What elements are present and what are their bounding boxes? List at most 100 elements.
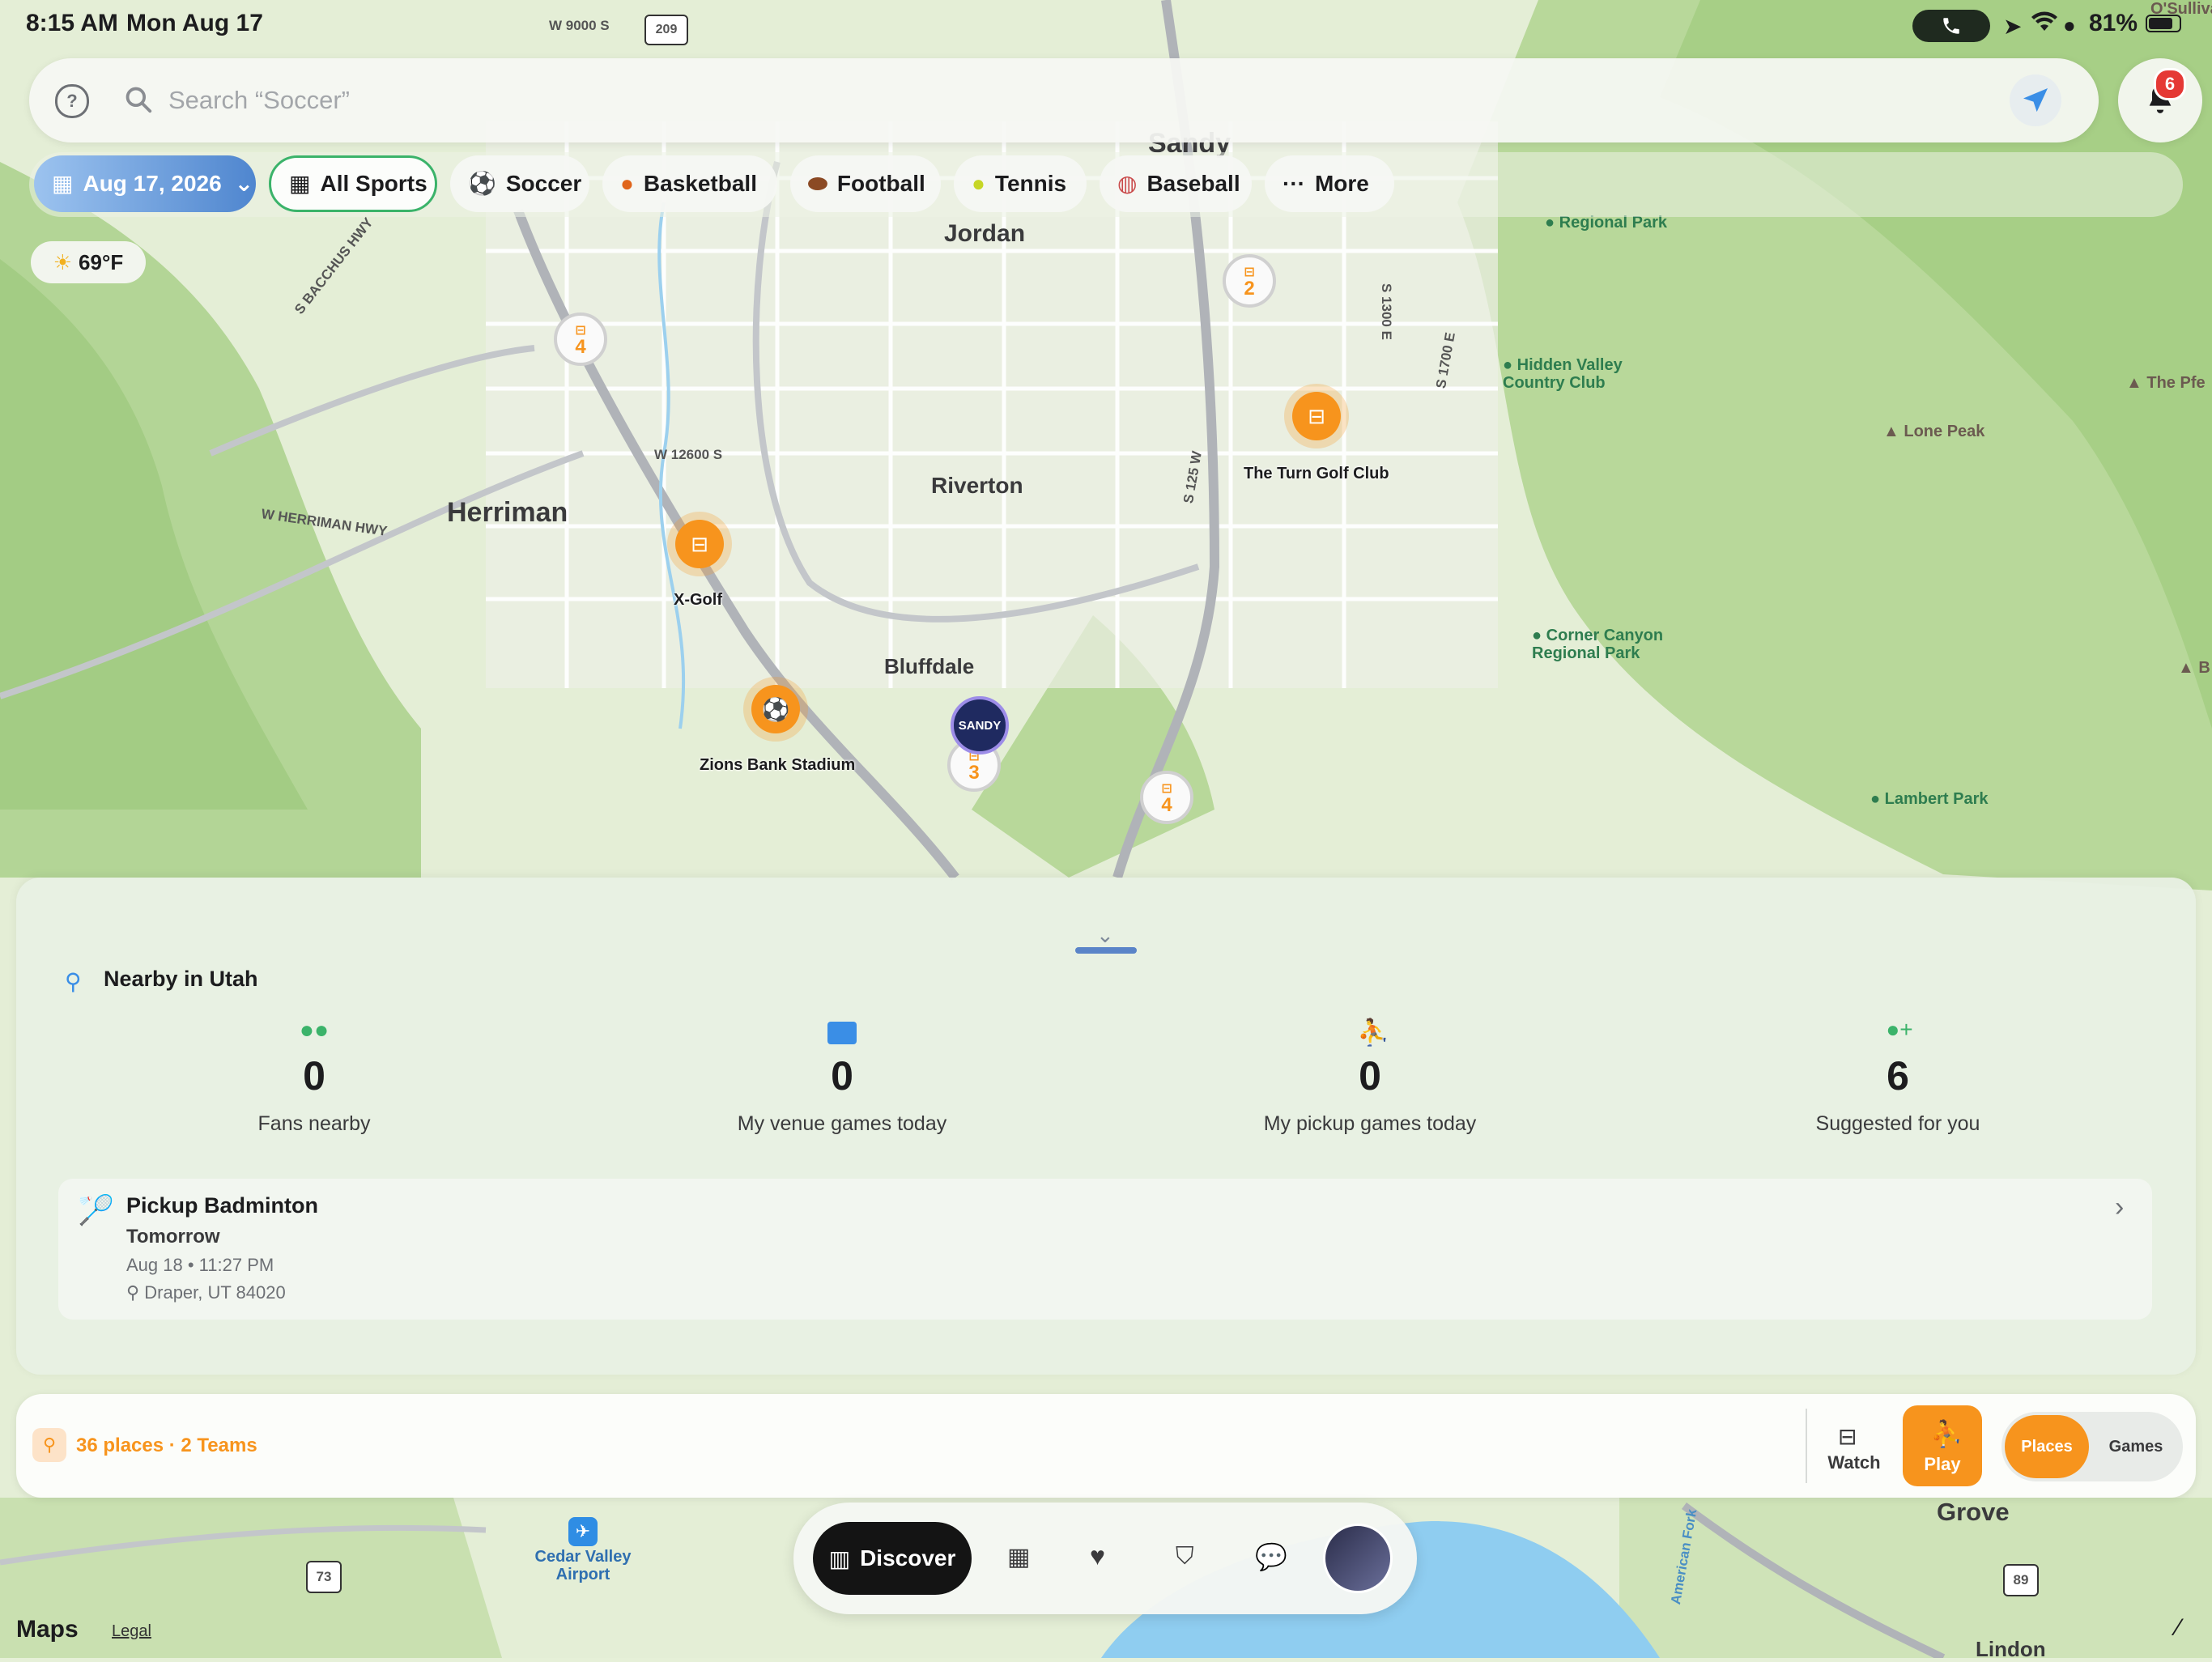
peak-label-pfe[interactable]: ▲ The Pfe [2126, 374, 2206, 393]
venue-pin-turn-golf[interactable]: ⊟ [1292, 392, 1341, 440]
mountain-icon: ▲ [2178, 659, 2194, 677]
peak-label-lone-peak[interactable]: ▲ Lone Peak [1883, 423, 1984, 441]
chip-tennis[interactable]: ● Tennis [954, 155, 1087, 212]
people-icon: ●● [299, 1017, 330, 1044]
chip-basketball[interactable]: ● Basketball [602, 155, 777, 212]
shield-icon: ⛉ [1176, 1543, 1194, 1570]
divider [1806, 1409, 1807, 1483]
city-label-herriman: Herriman [447, 497, 568, 528]
stat-fans-nearby-value: 0 [303, 1053, 325, 1099]
chevron-down-icon: ⌄ [234, 171, 254, 196]
maps-attribution: Maps [16, 1616, 79, 1643]
cluster-pin[interactable]: ⊟ 4 [1140, 771, 1193, 824]
location-pin-icon: ⚲ [32, 1428, 66, 1462]
locate-me-button[interactable] [2010, 74, 2061, 126]
watch-button[interactable]: ⊟ Watch [1815, 1405, 1893, 1486]
team-pin-sandy[interactable]: SANDY [951, 696, 1009, 754]
chip-football[interactable]: ⬬ Football [790, 155, 941, 212]
people-add-icon: ●+ [1886, 1017, 1913, 1042]
ellipsis-icon: ··· [1283, 171, 1305, 196]
notification-badge: 6 [2154, 68, 2186, 100]
park-icon: ● [1870, 790, 1881, 808]
weather-badge: ☀ 69°F [31, 241, 146, 283]
status-date: Mon Aug 17 [126, 10, 263, 36]
chevron-right-icon: › [2115, 1192, 2125, 1222]
legal-link[interactable]: Legal [112, 1622, 151, 1641]
game-datetime: Aug 18 • 11:27 PM [126, 1255, 274, 1275]
city-label-lindon: Lindon [1976, 1637, 2046, 1661]
stat-pickup-games-value: 0 [1359, 1053, 1381, 1099]
play-button[interactable]: ⛹ Play [1903, 1405, 1982, 1486]
stat-suggested-value: 6 [1887, 1053, 1909, 1099]
running-person-icon: ⛹ [1357, 1018, 1389, 1047]
peak-label-b[interactable]: ▲ B [2178, 659, 2210, 678]
city-label-riverton: Riverton [931, 473, 1023, 498]
airport-icon[interactable]: ✈ [568, 1517, 598, 1546]
map-icon: ▥ [828, 1545, 851, 1571]
places-summary[interactable]: 36 places · 2 Teams [76, 1435, 257, 1457]
segment-games[interactable]: Games [2092, 1415, 2180, 1478]
stadium-icon: ⊟ [1838, 1424, 1857, 1449]
stadium-icon: ⊟ [691, 531, 708, 556]
game-location: ⚲ Draper, UT 84020 [126, 1282, 286, 1303]
tab-teams[interactable]: ⛉ [1176, 1543, 1194, 1571]
chip-soccer[interactable]: ⚽ Soccer [450, 155, 589, 212]
tab-messages[interactable]: 💬 [1255, 1541, 1287, 1572]
city-label-grove: Grove [1937, 1498, 2010, 1526]
tab-favorites[interactable]: ♥ [1090, 1541, 1105, 1571]
route-shield-89: 89 [2003, 1564, 2039, 1596]
tab-calendar[interactable]: ▦ [1007, 1543, 1030, 1571]
venue-label-zions-bank: Zions Bank Stadium [700, 756, 856, 774]
grid-icon: ▦ [289, 171, 311, 196]
heart-icon: ♥ [1090, 1541, 1105, 1571]
stat-suggested-label: Suggested for you [1815, 1112, 1980, 1135]
calendar-icon: ▦ [52, 171, 74, 196]
soccer-ball-icon: ⚽ [761, 696, 790, 722]
road-label-w12600s: W 12600 S [654, 447, 723, 462]
stat-pickup-games-label: My pickup games today [1263, 1112, 1477, 1135]
date-picker-button[interactable]: ▦ Aug 17, 2026 ⌄ [34, 155, 256, 212]
active-call-pill[interactable] [1912, 10, 1990, 42]
football-icon: ⬬ [808, 171, 827, 196]
mountain-icon: ▲ [2126, 374, 2142, 392]
running-person-icon: ⛹ [1930, 1419, 1963, 1448]
venue-pin-zions-bank[interactable]: ⚽ [751, 685, 800, 733]
partly-sunny-icon: ☀ [53, 249, 73, 274]
stat-venue-games-value: 0 [831, 1053, 853, 1099]
park-label-corner-canyon[interactable]: ● Corner Canyon Regional Park [1532, 627, 1694, 662]
city-label-jordan: Jordan [944, 220, 1026, 247]
calendar-icon: ▦ [1007, 1544, 1031, 1571]
venue-pin-x-golf[interactable]: ⊟ [675, 520, 724, 568]
segment-places[interactable]: Places [2005, 1415, 2089, 1478]
venue-label-x-golf: X-Golf [674, 591, 722, 609]
chip-baseball[interactable]: ◍ Baseball [1100, 155, 1252, 212]
search-input[interactable]: Search “Soccer” [168, 86, 350, 115]
cluster-pin[interactable]: ⊟ 4 [554, 312, 607, 366]
venue-label-turn-golf: The Turn Golf Club [1244, 465, 1389, 482]
stat-venue-games-label: My venue games today [737, 1112, 947, 1135]
baseball-icon: ◍ [1117, 171, 1138, 196]
tab-discover[interactable]: ▥ Discover [813, 1522, 972, 1595]
resize-grabber-icon[interactable]: ⁄ [2176, 1614, 2180, 1642]
chevron-down-icon[interactable]: ⌄ [1096, 923, 1114, 948]
location-pin-icon: ⚲ [65, 969, 82, 994]
game-card[interactable]: 🏸 Pickup Badminton Tomorrow Aug 18 • 11:… [58, 1179, 2152, 1320]
road-label-w9000s: W 9000 S [549, 18, 610, 33]
help-icon[interactable]: ? [55, 84, 89, 118]
city-label-bluffdale: Bluffdale [884, 654, 975, 678]
park-label-lambert[interactable]: ● Lambert Park [1870, 790, 1989, 808]
game-title: Pickup Badminton [126, 1193, 319, 1218]
tennis-ball-icon: ● [972, 171, 985, 196]
places-games-segment[interactable]: Places Games [2001, 1412, 2183, 1481]
wifi-icon [2031, 11, 2058, 40]
stadium-icon: ⊟ [1308, 403, 1325, 428]
park-label-hidden-valley[interactable]: ● Hidden Valley Country Club [1503, 356, 1665, 392]
search-bar[interactable]: ? Search “Soccer” [29, 58, 2099, 142]
sheet-handle[interactable] [1075, 947, 1137, 954]
person-icon: ● [2063, 13, 2076, 37]
cluster-pin[interactable]: ⊟ 2 [1223, 254, 1276, 308]
basketball-icon: ● [620, 171, 634, 196]
chip-all-sports[interactable]: ▦ All Sports [269, 155, 437, 212]
chip-more[interactable]: ··· More [1265, 155, 1394, 212]
tab-profile-avatar[interactable] [1323, 1524, 1393, 1593]
